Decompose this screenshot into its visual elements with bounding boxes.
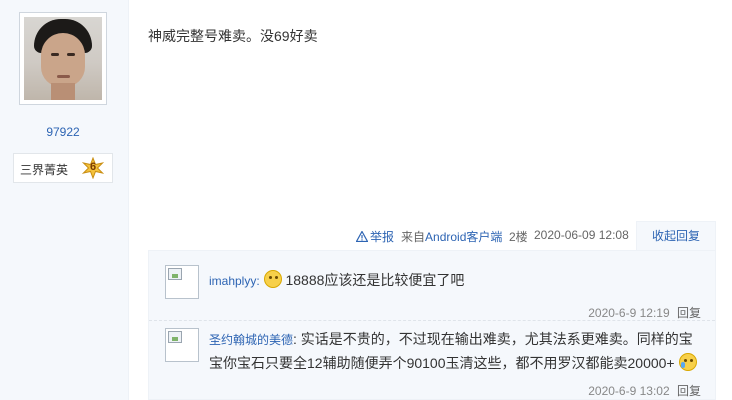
- author-avatar-link[interactable]: [19, 12, 107, 105]
- reply-avatar[interactable]: [165, 265, 199, 299]
- post-time: 2020-06-09 12:08: [534, 228, 629, 242]
- crying-face-emoji-icon: [678, 353, 697, 371]
- reply-time: 2020-6-9 13:02: [588, 384, 670, 398]
- author-rank-box: 三界菁英 6: [13, 153, 113, 183]
- reply-body: imahplyy: 18888应该还是比较便宜了吧: [209, 270, 465, 288]
- rank-level-number: 6: [89, 161, 97, 173]
- reply-button[interactable]: 回复: [677, 384, 701, 398]
- reply-username[interactable]: imahplyy: [209, 274, 256, 288]
- reply-list: imahplyy: 18888应该还是比较便宜了吧 2020-6-9 12:19…: [148, 250, 716, 400]
- reply-meta: 2020-6-9 13:02 回复: [588, 382, 701, 399]
- author-sidebar: 97922 三界菁英 6: [0, 0, 129, 400]
- post-content: 神威完整号难卖。没69好卖: [148, 28, 318, 44]
- collapse-replies-button[interactable]: 收起回复: [636, 221, 716, 251]
- author-username[interactable]: 97922: [0, 125, 126, 139]
- reply-text: 18888应该还是比较便宜了吧: [285, 272, 465, 288]
- rank-title: 三界菁英: [20, 163, 69, 177]
- reply-button[interactable]: 回复: [677, 306, 701, 320]
- reply-username[interactable]: 圣约翰城的美德: [209, 333, 293, 347]
- report-button[interactable]: 举报: [356, 228, 394, 245]
- post-source: 来自Android客户端: [401, 228, 502, 245]
- reply-item: 圣约翰城的美德: 实话是不贵的，不过现在输出难卖，尤其法系更难卖。同样的宝宝你宝…: [149, 324, 715, 400]
- reply-meta: 2020-6-9 12:19 回复: [588, 304, 701, 321]
- post-floor: 2楼: [509, 230, 528, 244]
- source-client-link[interactable]: Android客户端: [425, 230, 502, 244]
- broken-image-icon: [168, 268, 182, 280]
- user-avatar-photo: [24, 17, 102, 100]
- broken-image-icon: [168, 331, 182, 343]
- reply-body: 圣约翰城的美德: 实话是不贵的，不过现在输出难卖，尤其法系更难卖。同样的宝宝你宝…: [209, 328, 705, 375]
- sad-face-emoji-icon: [263, 270, 282, 288]
- warning-icon: [356, 231, 368, 242]
- reply-avatar[interactable]: [165, 328, 199, 362]
- source-prefix: 来自: [401, 230, 426, 244]
- rank-level-badge-icon: 6: [81, 156, 105, 180]
- report-label: 举报: [370, 230, 395, 244]
- reply-time: 2020-6-9 12:19: [588, 306, 670, 320]
- reply-item: imahplyy: 18888应该还是比较便宜了吧 2020-6-9 12:19…: [149, 261, 715, 321]
